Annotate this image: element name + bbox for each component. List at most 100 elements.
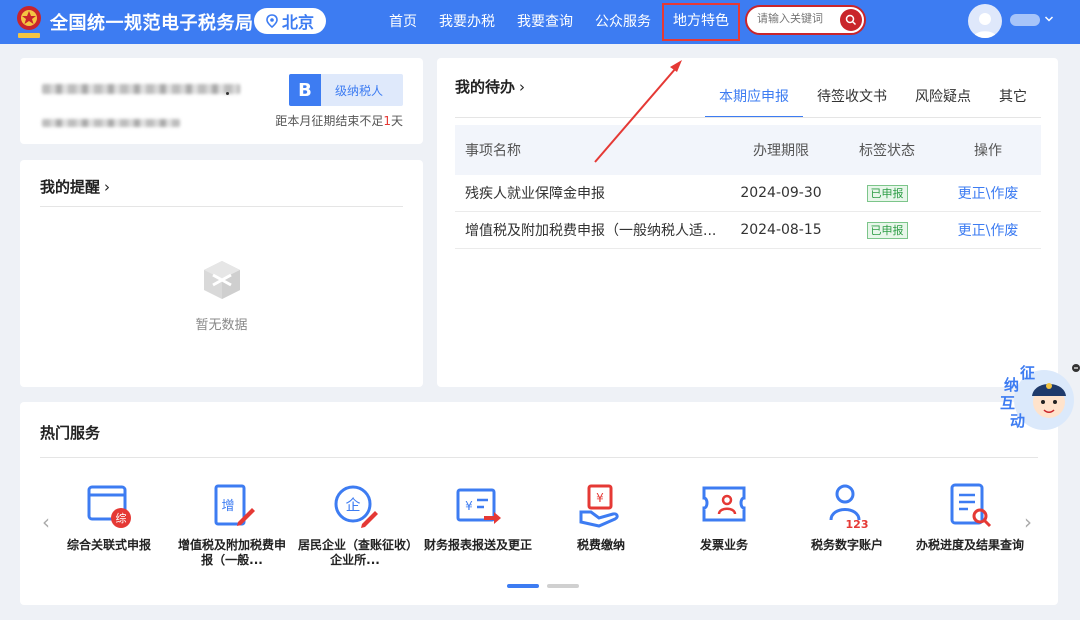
filing-deadline-notice: 距本月征期结束不足1天 <box>275 112 403 129</box>
deadline-suffix: 天 <box>390 114 403 128</box>
user-avatar[interactable] <box>968 4 1002 38</box>
search-icon <box>845 14 857 26</box>
digital-account-icon: 123 <box>829 484 869 530</box>
page-dot-2[interactable] <box>547 584 579 588</box>
todo-tabs: 本期应申报 待签收文书 风险疑点 其它 <box>705 88 1041 118</box>
nav-public-service[interactable]: 公众服务 <box>584 0 662 44</box>
reminders-divider <box>40 206 403 207</box>
region-label: 北京 <box>281 13 314 32</box>
row-action-cell: 更正\作废 <box>935 220 1041 240</box>
row-item-name: 增值税及附加税费申报（一般纳税人适... <box>465 223 717 239</box>
todo-card: 我的待办 › 本期应申报 待签收文书 风险疑点 其它 事项名称 办理期限 标签状态… <box>437 58 1058 387</box>
service-label: 综合关联式申报 <box>66 538 151 552</box>
service-composite-declare[interactable]: 综 综合关联式申报 <box>50 482 168 553</box>
tab-pending-documents[interactable]: 待签收文书 <box>803 88 901 118</box>
progress-query-icon <box>950 483 992 528</box>
tax-payment-icon: ¥ <box>579 484 619 528</box>
svg-text:123: 123 <box>846 518 869 530</box>
col-action: 操作 <box>974 143 1002 159</box>
composite-declare-icon: 综 <box>87 485 131 528</box>
company-name-blurred <box>42 84 240 94</box>
nav-home[interactable]: 首页 <box>378 0 428 44</box>
svg-text:综: 综 <box>116 511 127 525</box>
reminders-title-text: 我的提醒 <box>40 178 101 196</box>
tax-emblem-icon <box>17 6 41 38</box>
service-label: 发票业务 <box>699 538 748 552</box>
user-icon <box>973 13 997 38</box>
credit-grade-badge: B 级纳税人 <box>289 74 403 106</box>
reminders-title[interactable]: 我的提醒 › <box>40 176 110 197</box>
svg-text:¥: ¥ <box>596 491 604 505</box>
invoice-icon <box>702 486 746 522</box>
table-header: 事项名称 办理期限 标签状态 操作 <box>455 125 1041 175</box>
todo-table: 事项名称 办理期限 标签状态 操作 残疾人就业保障金申报 2024-09-30 … <box>455 125 1041 249</box>
table-row: 残疾人就业保障金申报 2024-09-30 已申报 更正\作废 <box>455 175 1041 212</box>
service-financial-report[interactable]: ¥ 财务报表报送及更正 <box>419 482 537 553</box>
svg-text:增: 增 <box>221 499 234 514</box>
deadline-days: 1 <box>383 114 391 128</box>
row-deadline: 2024-09-30 <box>740 185 822 201</box>
service-progress-query[interactable]: 办税进度及结果查询 <box>911 482 1029 553</box>
row-deadline: 2024-08-15 <box>740 222 822 238</box>
widget-char-1: 征 <box>1020 364 1036 382</box>
correct-void-link[interactable]: 更正\作废 <box>958 186 1019 202</box>
main-nav: 首页 我要办税 我要查询 公众服务 地方特色 <box>378 0 740 44</box>
row-item-name: 残疾人就业保障金申报 <box>465 186 605 202</box>
nav-local-features[interactable]: 地方特色 <box>662 3 740 41</box>
service-label: 居民企业（查账征收）企业所... <box>297 538 412 567</box>
row-status-cell: 已申报 <box>839 184 935 202</box>
site-title: 全国统一规范电子税务局 <box>50 13 254 34</box>
search-box <box>745 5 866 35</box>
taxpayer-profile-card: B 级纳税人 距本月征期结束不足1天 <box>20 58 423 144</box>
page-dot-1[interactable] <box>507 584 539 588</box>
service-label: 税费缴纳 <box>576 538 625 552</box>
service-invoice[interactable]: 发票业务 <box>665 482 783 553</box>
svg-text:¥: ¥ <box>465 499 473 513</box>
service-label: 办税进度及结果查询 <box>915 538 1024 552</box>
tax-id-blurred <box>42 119 180 127</box>
empty-box-icon <box>204 261 240 299</box>
chevron-right-icon: › <box>104 178 111 196</box>
region-selector[interactable]: 北京 <box>254 8 326 34</box>
service-tax-payment[interactable]: ¥ 税费缴纳 <box>542 482 660 553</box>
tab-other[interactable]: 其它 <box>985 88 1041 118</box>
carousel-prev-button[interactable]: ‹ <box>42 510 50 534</box>
hot-services-divider <box>40 457 1038 458</box>
vat-declare-icon: 增 <box>214 484 255 526</box>
carousel-pagination <box>507 584 579 588</box>
deadline-prefix: 距本月征期结束不足 <box>275 114 384 128</box>
col-status: 标签状态 <box>859 143 915 159</box>
todo-title-text: 我的待办 <box>455 78 516 96</box>
user-name-blurred[interactable] <box>1010 14 1040 26</box>
tabs-underline <box>455 117 1041 118</box>
tab-current-period[interactable]: 本期应申报 <box>705 88 803 118</box>
nav-handle-tax[interactable]: 我要办税 <box>428 0 506 44</box>
credit-grade-label: 级纳税人 <box>335 84 384 98</box>
nav-query[interactable]: 我要查询 <box>506 0 584 44</box>
service-enterprise-tax[interactable]: 企 居民企业（查账征收）企业所... <box>296 482 414 568</box>
col-item-name: 事项名称 <box>465 143 521 159</box>
blur-dot <box>226 92 229 95</box>
tax-interaction-widget[interactable]: 征 纳 互 动 <box>1000 362 1080 432</box>
row-action-cell: 更正\作废 <box>935 183 1041 203</box>
table-row: 增值税及附加税费申报（一般纳税人适... 2024-08-15 已申报 更正\作… <box>455 212 1041 249</box>
svg-text:企: 企 <box>345 496 360 514</box>
service-vat-declare[interactable]: 增 增值税及附加税费申报（一般... <box>173 482 291 568</box>
enterprise-tax-icon: 企 <box>334 485 378 528</box>
correct-void-link[interactable]: 更正\作废 <box>958 223 1019 239</box>
search-input[interactable] <box>757 12 837 25</box>
status-badge: 已申报 <box>866 184 908 202</box>
service-label: 财务报表报送及更正 <box>423 538 532 552</box>
location-pin-icon <box>266 14 278 28</box>
row-status-cell: 已申报 <box>839 221 935 239</box>
search-button[interactable] <box>840 9 862 31</box>
reminders-card: 我的提醒 › 暂无数据 <box>20 160 423 387</box>
todo-title[interactable]: 我的待办 › <box>455 76 525 97</box>
hot-services-card: 热门服务 ‹ › 综 综合关联式申报 增 增值税及附加税费申报（一般... 企 … <box>20 402 1058 605</box>
hot-services-title: 热门服务 <box>40 424 101 442</box>
empty-state-text: 暂无数据 <box>195 318 248 333</box>
service-digital-account[interactable]: 123 税务数字账户 <box>788 482 906 553</box>
service-label: 税务数字账户 <box>810 538 883 552</box>
tab-risk-doubts[interactable]: 风险疑点 <box>901 88 985 118</box>
chevron-down-icon[interactable] <box>1044 14 1054 24</box>
